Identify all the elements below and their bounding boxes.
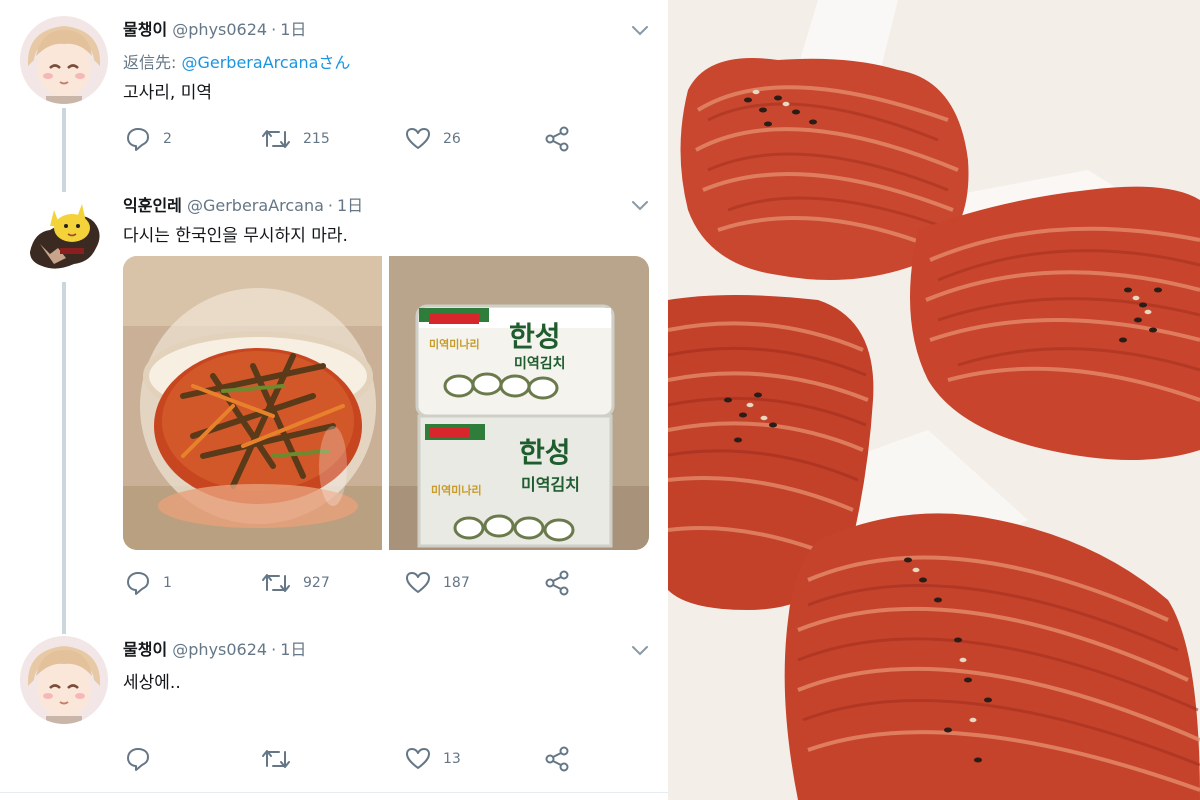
tweet-header: 물챙이 @phys0624 · 1日 [123,636,306,660]
tweet-actions: 13 [123,744,643,774]
reply-button[interactable] [125,744,151,774]
avatar[interactable] [20,636,108,724]
reply-icon [127,748,149,771]
share-icon [545,746,569,772]
display-name[interactable]: 물챙이 [123,640,167,659]
like-icon [406,748,430,769]
bottom-divider [0,792,668,793]
retweet-button[interactable] [261,744,291,774]
tweet-thread: 물챙이 @phys0624 · 1日 返信先: @GerberaArcanaさん 고… [0,0,668,800]
like-button[interactable]: 13 [405,744,461,774]
pastry-photo [668,0,1200,800]
photo-panel [668,0,1200,800]
tweet-text: 세상에.. [123,673,181,693]
retweet-icon [262,750,290,768]
timestamp[interactable]: 1日 [280,640,306,659]
user-handle[interactable]: @phys0624 [172,640,267,659]
share-button[interactable] [543,744,571,774]
tweet[interactable]: 물챙이 @phys0624 · 1日 세상에.. 13 [0,0,668,800]
like-count: 13 [443,751,461,767]
separator-dot: · [271,640,277,659]
chevron-down-icon[interactable] [630,644,650,658]
